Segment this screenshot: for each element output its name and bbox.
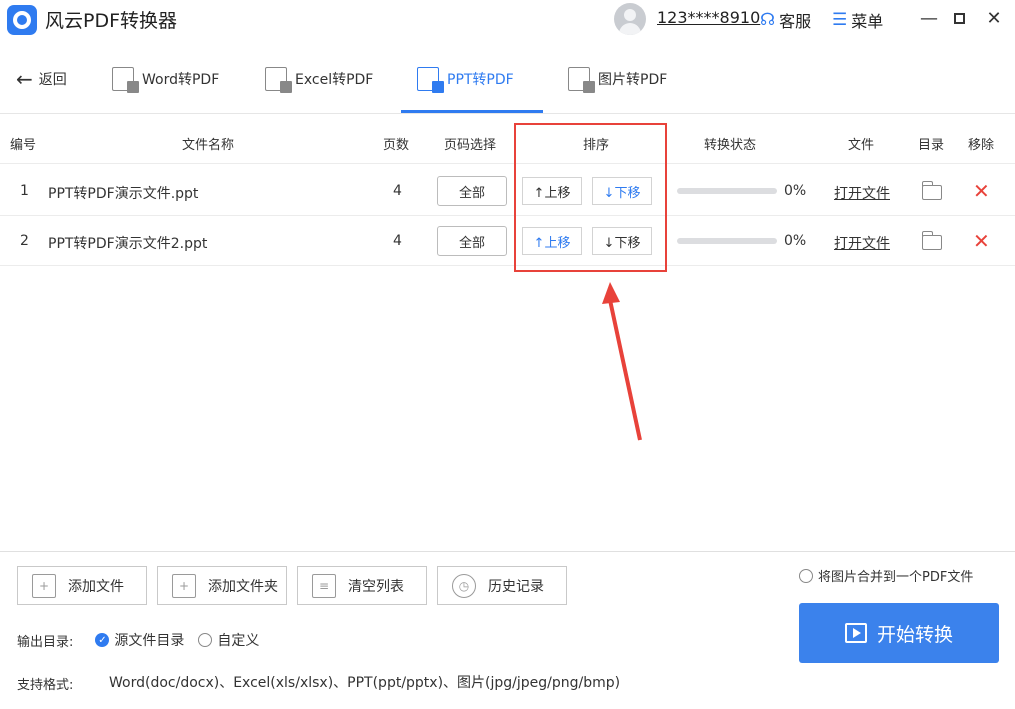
history-label: 历史记录 [488,578,544,595]
close-icon[interactable]: ✕ [982,6,1006,30]
merge-radio[interactable] [799,568,813,583]
minimize-icon[interactable]: — [917,6,941,30]
play-icon [844,623,867,643]
back-label: 返回 [38,72,67,88]
output-directory: 输出目录: ✓ 源文件目录 自定义 [17,630,259,650]
output-custom-option[interactable]: 自定义 [198,630,259,650]
custom-label: 自定义 [217,633,260,649]
trash-icon: ≡ [312,573,336,598]
menu-label: 菜单 [851,12,884,31]
supported-formats: 支持格式: Word(doc/docx)、Excel(xls/xlsx)、PPT… [17,674,620,693]
col-file: 文件 [848,138,875,153]
output-label: 输出目录: [17,634,74,650]
remove-icon[interactable]: ✕ [973,181,990,201]
add-folder-label: 添加文件夹 [208,578,278,595]
row-number: 2 [20,233,29,249]
col-status: 转换状态 [704,138,757,153]
avatar[interactable] [614,3,646,35]
active-tab-indicator [401,110,543,113]
back-button[interactable]: ← 返回 [16,69,67,89]
table-row: 2 PPT转PDF演示文件2.ppt 4 全部 ↑上移 ↓下移 0% 打开文件 … [0,216,1015,266]
source-dir-radio[interactable]: ✓ [95,633,110,647]
tab-word-to-pdf[interactable]: Word转PDF [112,44,219,114]
menu-icon: ☰ [832,10,848,30]
col-remove: 移除 [968,138,995,153]
conversion-progress-bar [677,238,777,244]
app-logo-icon [7,5,37,35]
col-filename: 文件名称 [182,138,235,153]
row-filename: PPT转PDF演示文件2.ppt [48,236,208,252]
tab-image-to-pdf[interactable]: 图片转PDF [568,44,667,114]
file-table-header: 编号 文件名称 页数 页码选择 排序 转换状态 文件 目录 移除 [0,118,1015,164]
conversion-progress-bar [677,188,777,194]
output-source-dir-option[interactable]: ✓ 源文件目录 [95,630,184,650]
ppt-doc-icon [417,67,444,93]
arrow-left-icon: ← [16,67,33,91]
tab-excel-to-pdf[interactable]: Excel转PDF [265,44,373,114]
col-dir: 目录 [918,138,945,153]
start-label: 开始转换 [876,623,953,646]
table-row: 1 PPT转PDF演示文件.ppt 4 全部 ↑上移 ↓下移 0% 打开文件 ✕ [0,166,1015,216]
customer-service-button[interactable]: ☊ 客服 [760,8,811,32]
source-dir-label: 源文件目录 [114,633,185,649]
start-conversion-button[interactable]: 开始转换 [799,603,999,663]
menu-button[interactable]: ☰ 菜单 [832,8,883,32]
page-select-button[interactable]: 全部 [437,176,507,206]
row-number: 1 [20,183,29,199]
tab-label: Word转PDF [142,72,220,88]
merge-label: 将图片合并到一个PDF文件 [818,570,974,585]
add-file-label: 添加文件 [68,578,124,595]
merge-images-option[interactable]: 将图片合并到一个PDF文件 [799,566,973,585]
progress-percent: 0% [784,233,807,249]
bottom-panel: + 添加文件 + 添加文件夹 ≡ 清空列表 ◷ 历史记录 将图片合并到一个PDF… [0,551,1015,709]
row-pages: 4 [393,183,402,199]
custom-radio[interactable] [198,633,213,647]
add-folder-icon: + [172,573,196,598]
page-select-button[interactable]: 全部 [437,226,507,256]
col-page-select: 页码选择 [444,138,497,153]
col-pages: 页数 [383,138,410,153]
add-folder-button[interactable]: + 添加文件夹 [157,566,287,605]
formats-label: 支持格式: [17,678,74,693]
clear-list-label: 清空列表 [348,578,404,595]
col-number: 编号 [10,138,37,153]
folder-icon[interactable] [921,181,942,200]
customer-service-label: 客服 [779,12,812,31]
maximize-icon[interactable] [947,6,971,30]
tab-label: PPT转PDF [447,72,514,88]
word-doc-icon [112,67,139,93]
remove-icon[interactable]: ✕ [973,231,990,251]
app-title: 风云PDF转换器 [45,10,178,32]
open-file-link[interactable]: 打开文件 [834,183,890,203]
image-doc-icon [568,67,595,93]
tab-label: Excel转PDF [295,72,374,88]
row-pages: 4 [393,233,402,249]
sort-column-highlight [514,123,667,272]
add-file-icon: + [32,573,56,598]
tab-ppt-to-pdf[interactable]: PPT转PDF [417,44,514,114]
folder-icon[interactable] [921,231,942,250]
row-filename: PPT转PDF演示文件.ppt [48,186,199,202]
tab-label: 图片转PDF [598,72,668,88]
clear-list-button[interactable]: ≡ 清空列表 [297,566,427,605]
history-button[interactable]: ◷ 历史记录 [437,566,567,605]
conversion-tabs: ← 返回 Word转PDF Excel转PDF PPT转PDF 图片转PDF [0,44,1015,114]
annotation-arrow-icon [602,282,642,441]
progress-percent: 0% [784,183,807,199]
account-phone-link[interactable]: 123****8910 [657,8,760,27]
add-file-button[interactable]: + 添加文件 [17,566,147,605]
open-file-link[interactable]: 打开文件 [834,233,890,253]
clock-icon: ◷ [452,573,476,598]
headset-icon: ☊ [760,10,776,30]
formats-list: Word(doc/docx)、Excel(xls/xlsx)、PPT(ppt/p… [109,675,621,691]
title-bar: 风云PDF转换器 123****8910 ☊ 客服 ☰ 菜单 — ✕ [0,0,1015,40]
excel-doc-icon [265,67,292,93]
